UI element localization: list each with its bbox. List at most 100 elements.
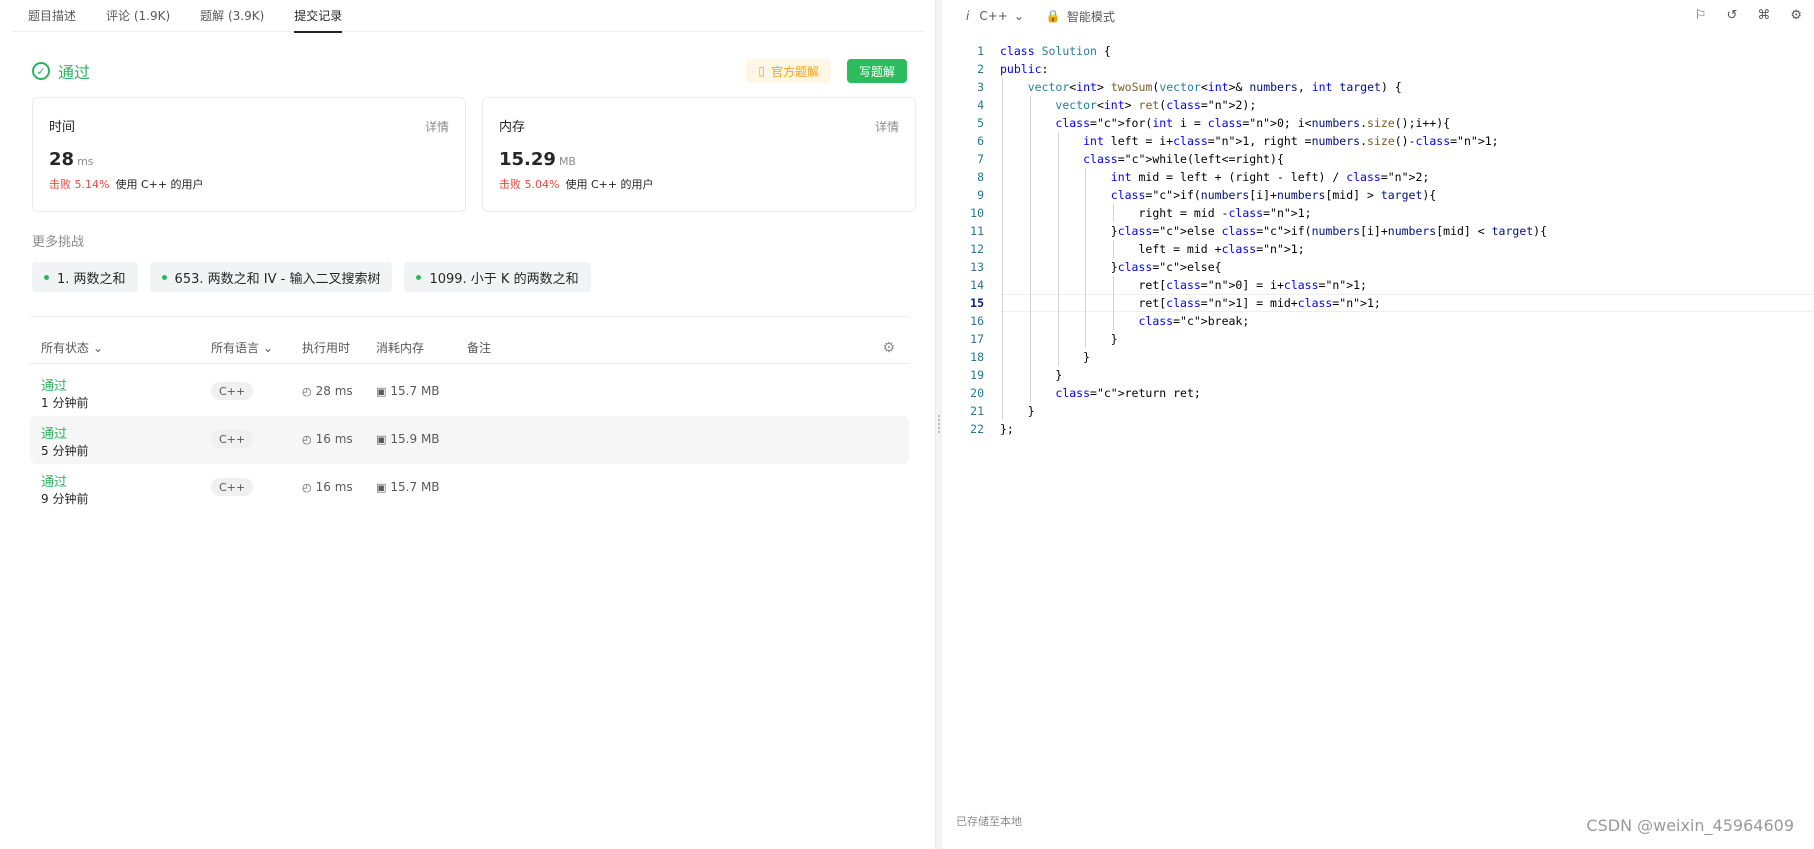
- code-line[interactable]: 14 ret[class="n">0] = i+class="n">1;: [942, 276, 1814, 294]
- status-filter-label: 所有状态: [41, 341, 90, 355]
- stat-cards: 时间 详情 28 ms 击败 5.14% 使用 C++ 的用户 内存 详情 15.2…: [32, 97, 916, 212]
- official-solution-label: 官方题解: [770, 64, 819, 79]
- line-content: right = mid -class="n">1;: [1000, 206, 1312, 220]
- tab-description[interactable]: 题目描述: [28, 0, 76, 32]
- tab-submissions[interactable]: 提交记录: [294, 0, 343, 33]
- code-line[interactable]: 9 class="c">if(numbers[i]+numbers[mid] >…: [942, 186, 1814, 204]
- challenge-chip[interactable]: 653. 两数之和 IV - 输入二叉搜索树: [149, 262, 393, 292]
- runtime-detail-link[interactable]: 详情: [425, 118, 449, 135]
- code-line[interactable]: 8 int mid = left + (right - left) / clas…: [942, 168, 1814, 186]
- status-filter[interactable]: 所有状态 ⌄: [41, 339, 103, 356]
- line-number: 13: [970, 260, 984, 274]
- row-status[interactable]: 通过: [41, 375, 67, 394]
- table-row[interactable]: 通过 1 分钟前 C++ ◴ 28 ms ▣ 15.7 MB: [30, 368, 909, 416]
- result-actions: ▯ 官方题解 写题解: [746, 59, 907, 83]
- memory-header: 消耗内存: [376, 341, 425, 355]
- command-icon[interactable]: ⌘: [1757, 8, 1770, 23]
- write-solution-button[interactable]: 写题解: [846, 59, 907, 83]
- table-row[interactable]: 通过 9 分钟前 C++ ◴ 16 ms ▣ 15.7 MB: [30, 464, 909, 512]
- code-line[interactable]: 2 public:: [942, 60, 1814, 78]
- chip-icon: ▣: [376, 480, 387, 494]
- reset-icon[interactable]: ↺: [1726, 8, 1737, 23]
- tab-solutions[interactable]: 题解 (3.9K): [200, 0, 264, 32]
- row-memory-value: 15.7 MB: [390, 384, 440, 398]
- runtime-unit: ms: [77, 155, 94, 168]
- line-number: 20: [970, 386, 984, 400]
- line-content: vector<int> twoSum(vector<int>& numbers,…: [1027, 80, 1402, 94]
- memory-beat: 击败 5.04%: [499, 178, 560, 191]
- language-select[interactable]: C++ ⌄: [979, 9, 1024, 23]
- code-line[interactable]: 4 vector<int> ret(class="n">2);: [942, 96, 1814, 114]
- memory-card-title: 内存: [499, 120, 526, 135]
- table-row[interactable]: 通过 5 分钟前 C++ ◴ 16 ms ▣ 15.9 MB: [30, 416, 909, 464]
- runtime-card-title: 时间: [49, 120, 76, 135]
- resize-grip-icon[interactable]: [938, 415, 940, 433]
- code-line[interactable]: 15 ret[class="n">1] = mid+class="n">1;: [942, 294, 1814, 312]
- line-number: 10: [970, 206, 984, 220]
- code-line[interactable]: 17 }: [942, 330, 1814, 348]
- runtime-value: 28: [49, 149, 75, 170]
- code-line[interactable]: 3 vector<int> twoSum(vector<int>& number…: [942, 78, 1814, 96]
- saved-status: 已存储至本地: [956, 815, 1022, 828]
- row-status[interactable]: 通过: [41, 471, 67, 490]
- row-status[interactable]: 通过: [41, 423, 67, 442]
- code-line[interactable]: 19 }: [942, 366, 1814, 384]
- code-line[interactable]: 13 }class="c">else{: [942, 258, 1814, 276]
- line-content: ret[class="n">0] = i+class="n">1;: [1000, 278, 1367, 292]
- tab-comments[interactable]: 评论 (1.9K): [106, 0, 170, 32]
- code-line[interactable]: 20 class="c">return ret;: [942, 384, 1814, 402]
- chevron-down-icon: ⌄: [263, 340, 274, 355]
- code-line[interactable]: 7 class="c">while(left<=right){: [942, 150, 1814, 168]
- bookmark-icon[interactable]: ⚐: [1695, 8, 1707, 23]
- line-content: int left = i+class="n">1, right =numbers…: [1083, 134, 1499, 148]
- line-number: 7: [977, 152, 984, 166]
- line-content: vector<int> ret(class="n">2);: [1055, 98, 1257, 112]
- line-number: 14: [970, 278, 984, 292]
- code-line[interactable]: 10 right = mid -class="n">1;: [942, 204, 1814, 222]
- line-number: 19: [970, 368, 984, 382]
- dot-icon: [416, 274, 422, 280]
- challenge-chip[interactable]: 1. 两数之和: [32, 262, 138, 292]
- challenge-label: 653. 两数之和 IV - 输入二叉搜索树: [174, 271, 381, 287]
- challenge-chip[interactable]: 1099. 小于 K 的两数之和: [404, 262, 591, 292]
- code-line[interactable]: 5 class="c">for(int i = class="n">0; i<n…: [942, 114, 1814, 132]
- code-line[interactable]: 12 left = mid +class="n">1;: [942, 240, 1814, 258]
- accepted-status: ✓ 通过: [32, 59, 90, 83]
- line-number: 1: [977, 44, 984, 58]
- line-content: class="c">for(int i = class="n">0; i<num…: [1055, 116, 1451, 130]
- gear-icon[interactable]: ⚙: [882, 340, 895, 356]
- line-content: class="c">while(left<=right){: [1083, 152, 1284, 166]
- language-filter[interactable]: 所有语言 ⌄: [211, 339, 273, 356]
- code-line[interactable]: 6 int left = i+class="n">1, right =numbe…: [942, 132, 1814, 150]
- line-number: 16: [970, 314, 984, 328]
- runtime-card: 时间 详情 28 ms 击败 5.14% 使用 C++ 的用户: [32, 97, 466, 212]
- info-icon: i: [966, 9, 970, 23]
- row-runtime: ◴ 28 ms: [302, 384, 353, 398]
- memory-card: 内存 详情 15.29 MB 击败 5.04% 使用 C++ 的用户: [482, 97, 916, 212]
- official-solution-button[interactable]: ▯ 官方题解: [746, 59, 831, 83]
- code-line[interactable]: 16 class="c">break;: [942, 312, 1814, 330]
- memory-detail-link[interactable]: 详情: [875, 118, 899, 135]
- code-editor[interactable]: 1 class Solution {2 public: 3 vector<int> t…: [942, 42, 1814, 438]
- clock-icon: ◴: [302, 384, 312, 398]
- code-line[interactable]: 22};: [942, 420, 1814, 438]
- code-line[interactable]: 11 }class="c">else class="c">if(numbers[…: [942, 222, 1814, 240]
- memory-beat-row: 击败 5.04% 使用 C++ 的用户: [499, 176, 899, 192]
- row-memory: ▣ 15.7 MB: [376, 480, 440, 494]
- line-content: class="c">return ret;: [1055, 386, 1201, 400]
- clock-icon: ◴: [302, 480, 312, 494]
- code-line[interactable]: 21 }: [942, 402, 1814, 420]
- editor-panel: i C++ ⌄ 🔒 智能模式 ⚐ ↺ ⌘ ⚙ 1 class Solution {…: [942, 0, 1814, 849]
- gear-icon[interactable]: ⚙: [1790, 8, 1802, 23]
- runtime-beat-row: 击败 5.14% 使用 C++ 的用户: [49, 176, 449, 192]
- line-content: }class="c">else{: [1000, 260, 1222, 274]
- book-icon: ▯: [758, 64, 765, 78]
- code-line[interactable]: 1 class Solution {: [942, 42, 1814, 60]
- smart-mode-toggle[interactable]: 🔒 智能模式: [1046, 8, 1115, 25]
- line-content: class="c">break;: [1138, 314, 1250, 328]
- line-content: }: [1000, 332, 1118, 346]
- accepted-label: 通过: [58, 63, 91, 82]
- submissions-table-header: 所有状态 ⌄ 所有语言 ⌄ 执行用时 消耗内存 备注 ⚙: [30, 332, 909, 364]
- editor-toolbar: i C++ ⌄ 🔒 智能模式: [942, 0, 1814, 32]
- code-line[interactable]: 18 }: [942, 348, 1814, 366]
